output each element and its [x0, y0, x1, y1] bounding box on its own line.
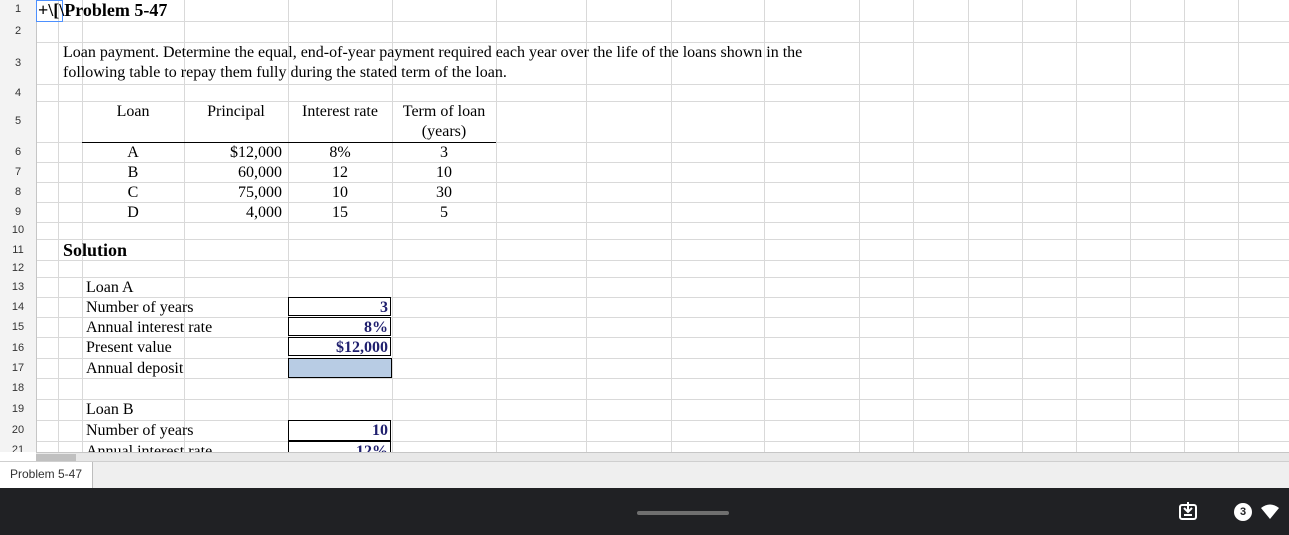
header-loan[interactable]: Loan — [82, 102, 184, 121]
row-number[interactable]: 6 — [0, 146, 36, 158]
row-number[interactable]: 20 — [0, 424, 36, 436]
loan-b-rate-label[interactable]: Annual interest rate — [86, 442, 212, 452]
row-number[interactable]: 14 — [0, 301, 36, 313]
problem-description-line1[interactable]: Loan payment. Determine the equal, end-o… — [63, 43, 802, 62]
row-number[interactable]: 1 — [0, 3, 36, 15]
row-number[interactable]: 19 — [0, 403, 36, 415]
loan-a-label[interactable]: Loan A — [86, 278, 134, 297]
loan-b-years-value[interactable]: 10 — [288, 421, 388, 440]
table-cell-term[interactable]: 10 — [392, 163, 496, 182]
gesture-handle[interactable] — [637, 511, 729, 515]
loan-a-rate-value[interactable]: 8% — [288, 318, 388, 337]
row-number[interactable]: 8 — [0, 186, 36, 198]
spreadsheet-grid[interactable]: 1 2 3 4 5 6 7 8 9 10 11 12 13 14 15 16 1… — [0, 0, 1289, 452]
row-number[interactable]: 2 — [0, 25, 36, 37]
table-cell-loan[interactable]: B — [82, 163, 184, 182]
row-number[interactable]: 11 — [0, 244, 36, 256]
table-cell-rate[interactable]: 10 — [288, 183, 392, 202]
row-number[interactable]: 16 — [0, 342, 36, 354]
row-number[interactable]: 5 — [0, 115, 36, 127]
row-number[interactable]: 12 — [0, 262, 36, 274]
table-cell-rate[interactable]: 12 — [288, 163, 392, 182]
row-number[interactable]: 21 — [0, 444, 36, 452]
sheet-title[interactable]: +\[\Problem 5-47 — [38, 0, 167, 20]
table-cell-loan[interactable]: D — [82, 203, 184, 222]
table-cell-principal[interactable]: $12,000 — [184, 143, 282, 162]
loan-a-pv-value[interactable]: $12,000 — [288, 338, 388, 357]
row-header-column: 1 2 3 4 5 6 7 8 9 10 11 12 13 14 15 16 1… — [0, 0, 37, 452]
row-number[interactable]: 9 — [0, 206, 36, 218]
sheet-tab-bar: Problem 5-47 — [0, 461, 1289, 489]
system-navigation-bar: 3 — [0, 488, 1289, 535]
loan-a-pv-label[interactable]: Present value — [86, 338, 172, 357]
table-cell-term[interactable]: 3 — [392, 143, 496, 162]
row-number[interactable]: 4 — [0, 87, 36, 99]
row-number[interactable]: 18 — [0, 382, 36, 394]
wifi-icon — [1260, 504, 1280, 520]
table-cell-term[interactable]: 30 — [392, 183, 496, 202]
row-number[interactable]: 10 — [0, 224, 36, 236]
row-number[interactable]: 3 — [0, 57, 36, 69]
table-cell-rate[interactable]: 8% — [288, 143, 392, 162]
loan-b-rate-value[interactable]: 12% — [288, 442, 388, 452]
row-number[interactable]: 7 — [0, 166, 36, 178]
table-cell-term[interactable]: 5 — [392, 203, 496, 222]
scrollbar-thumb[interactable] — [36, 454, 76, 461]
header-term[interactable]: Term of loan — [392, 102, 496, 121]
row-number[interactable]: 17 — [0, 362, 36, 374]
problem-description-line2[interactable]: following table to repay them fully duri… — [63, 63, 507, 82]
sheet-tab-problem-5-47[interactable]: Problem 5-47 — [0, 462, 93, 489]
header-term-unit: (years) — [421, 123, 467, 140]
table-cell-principal[interactable]: 4,000 — [184, 203, 282, 222]
loan-a-deposit-output-cell[interactable] — [288, 358, 392, 378]
loan-b-years-label[interactable]: Number of years — [86, 421, 194, 440]
row-number[interactable]: 15 — [0, 321, 36, 333]
header-interest-rate[interactable]: Interest rate — [288, 102, 392, 121]
loan-b-label[interactable]: Loan B — [86, 400, 134, 419]
header-principal[interactable]: Principal — [184, 102, 288, 121]
loan-a-years-label[interactable]: Number of years — [86, 298, 194, 317]
loan-a-rate-label[interactable]: Annual interest rate — [86, 318, 212, 337]
solution-heading[interactable]: Solution — [63, 240, 127, 260]
table-cell-loan[interactable]: C — [82, 183, 184, 202]
table-cell-rate[interactable]: 15 — [288, 203, 392, 222]
notification-badge-icon[interactable]: 3 — [1234, 503, 1252, 521]
loan-a-deposit-label[interactable]: Annual deposit — [86, 359, 183, 378]
table-cell-loan[interactable]: A — [82, 143, 184, 162]
table-cell-principal[interactable]: 60,000 — [184, 163, 282, 182]
save-to-device-icon[interactable] — [1177, 500, 1199, 522]
row-number[interactable]: 13 — [0, 281, 36, 293]
loan-a-years-value[interactable]: 3 — [288, 298, 388, 317]
table-cell-principal[interactable]: 75,000 — [184, 183, 282, 202]
